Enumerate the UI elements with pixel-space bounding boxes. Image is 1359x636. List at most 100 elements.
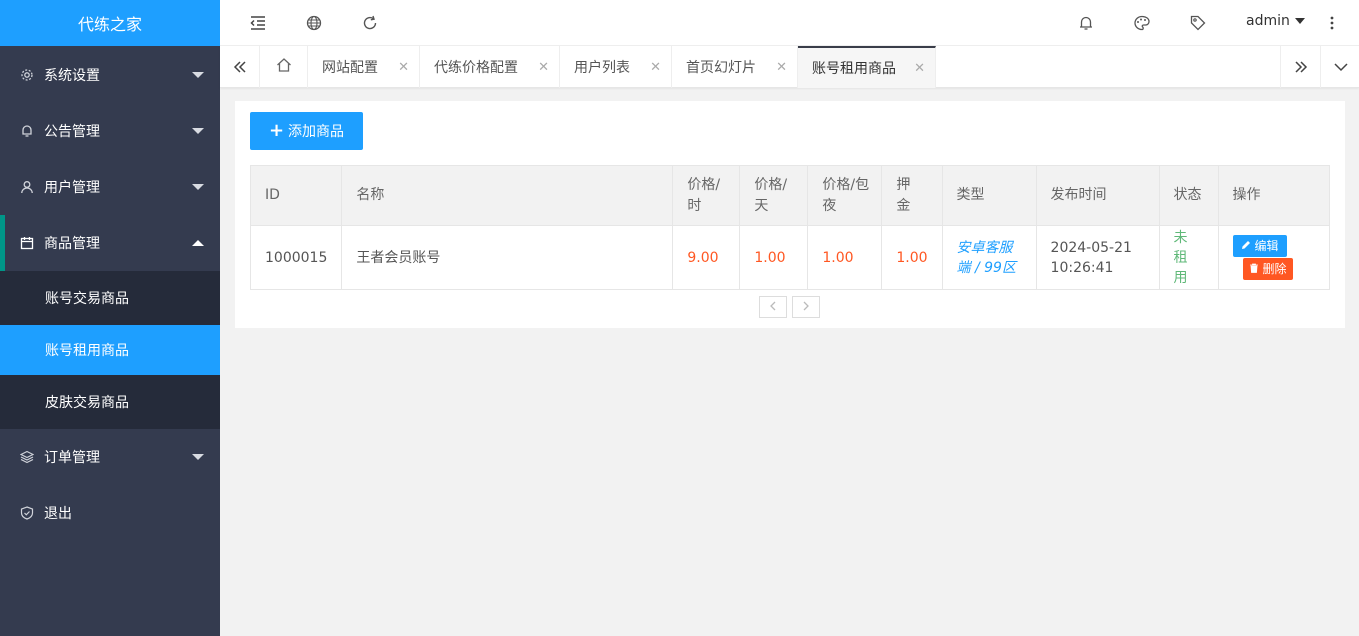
cell-id: 1000015: [249, 225, 343, 290]
tabs-menu-chevron-down-icon[interactable]: [1320, 46, 1359, 88]
sidebar-item-label: 系统设置: [44, 68, 100, 84]
shield-check-icon: [20, 506, 34, 520]
layers-icon: [20, 450, 34, 464]
add-product-button[interactable]: + 添加商品: [250, 112, 363, 150]
sidebar-item-system-settings[interactable]: 系统设置: [0, 47, 220, 103]
close-icon[interactable]: ✕: [914, 61, 925, 76]
tab-label: 账号租用商品: [812, 61, 896, 77]
sidebar-item-label: 公告管理: [44, 124, 100, 140]
plus-icon: +: [268, 120, 285, 141]
tab-home-slides[interactable]: 首页幻灯片 ✕: [672, 46, 798, 88]
caret-down-icon: [1294, 18, 1305, 24]
col-header-price-night: 价格/包夜: [807, 165, 883, 226]
cell-type: 安卓客服端 / 99区: [941, 225, 1037, 290]
cell-price-day: 1.00: [739, 225, 809, 290]
refresh-icon[interactable]: [360, 13, 380, 33]
sidebar-item-label: 商品管理: [44, 236, 100, 252]
sidebar-item-label: 用户管理: [44, 180, 100, 196]
col-header-type: 类型: [941, 165, 1037, 226]
tabs-scroll-right-icon[interactable]: [1280, 46, 1320, 88]
tab-user-list[interactable]: 用户列表 ✕: [560, 46, 672, 88]
chevron-up-icon: [192, 240, 204, 246]
delete-button[interactable]: 删除: [1242, 258, 1293, 280]
cell-name: 王者会员账号: [341, 225, 674, 290]
palette-icon[interactable]: [1132, 13, 1152, 33]
pager-next-button[interactable]: [792, 296, 820, 318]
bell-icon[interactable]: [1076, 13, 1096, 33]
tab-price-config[interactable]: 代练价格配置 ✕: [420, 46, 560, 88]
close-icon[interactable]: ✕: [650, 60, 661, 75]
tabs-scroll-left-icon[interactable]: [220, 46, 260, 88]
product-table: ID 名称 价格/时 价格/天 价格/包夜 押金 类型 发布时间 状态 操作 1…: [249, 165, 1331, 290]
sidebar-item-announcements[interactable]: 公告管理: [0, 103, 220, 159]
cell-actions: 编辑 删除: [1217, 225, 1331, 290]
col-header-publish-time: 发布时间: [1035, 165, 1160, 226]
sidebar-subitem-account-rental[interactable]: 账号租用商品: [0, 325, 220, 375]
bell-icon: [20, 124, 34, 138]
tab-label: 首页幻灯片: [686, 60, 756, 76]
publish-clock: 10:26:41: [1050, 259, 1114, 276]
col-header-price-day: 价格/天: [739, 165, 809, 226]
col-header-deposit: 押金: [881, 165, 943, 226]
cell-status: 未租用: [1158, 225, 1219, 290]
col-header-actions: 操作: [1217, 165, 1331, 226]
cell-deposit: 1.00: [881, 225, 943, 290]
globe-icon[interactable]: [304, 13, 324, 33]
edit-button[interactable]: 编辑: [1232, 235, 1287, 257]
more-vertical-icon[interactable]: [1322, 13, 1342, 33]
gear-icon: [20, 68, 34, 82]
close-icon[interactable]: ✕: [398, 60, 409, 75]
calendar-icon: [20, 236, 34, 250]
table-row: 1000015 王者会员账号 9.00 1.00 1.00 1.00 安卓客服端…: [249, 225, 1331, 290]
chevron-right-icon: [802, 300, 810, 314]
cell-price-hour: 9.00: [672, 225, 741, 290]
top-header: admin: [220, 0, 1359, 46]
sidebar-item-label: 退出: [44, 506, 72, 522]
chevron-down-icon: [192, 72, 204, 78]
home-icon: [276, 57, 292, 77]
tab-account-rental[interactable]: 账号租用商品 ✕: [798, 46, 936, 88]
type-link[interactable]: 安卓客服端 / 99区: [957, 240, 1016, 276]
sidebar-item-orders[interactable]: 订单管理: [0, 429, 220, 485]
sidebar: 代练之家 系统设置 公告管理 用户管理 商品管理 账号交易商品 账号租用商品 皮…: [0, 0, 220, 636]
sidebar-item-logout[interactable]: 退出: [0, 485, 220, 541]
content-card: + 添加商品 ID 名称 价格/时 价格/天 价格/包夜 押金 类型 发布时间 …: [235, 101, 1345, 328]
indent-icon[interactable]: [248, 13, 268, 33]
close-icon[interactable]: ✕: [776, 60, 787, 75]
delete-label: 删除: [1262, 262, 1287, 276]
col-header-price-hour: 价格/时: [672, 165, 741, 226]
cell-publish-time: 2024-05-21 10:26:41: [1035, 225, 1160, 290]
cell-price-night: 1.00: [807, 225, 883, 290]
tab-home[interactable]: [260, 46, 308, 88]
chevron-left-icon: [769, 300, 777, 314]
publish-date: 2024-05-21: [1050, 239, 1132, 256]
tab-label: 代练价格配置: [434, 60, 518, 76]
tag-icon[interactable]: [1188, 13, 1208, 33]
sidebar-subnav-products: 账号交易商品 账号租用商品 皮肤交易商品: [0, 271, 220, 429]
sidebar-item-users[interactable]: 用户管理: [0, 159, 220, 215]
edit-label: 编辑: [1254, 239, 1279, 253]
user-icon: [20, 180, 34, 194]
col-header-name: 名称: [341, 165, 674, 226]
trash-icon: [1249, 259, 1259, 279]
tab-label: 网站配置: [322, 60, 378, 76]
sidebar-subitem-skin-trade[interactable]: 皮肤交易商品: [0, 375, 220, 429]
sidebar-item-label: 订单管理: [44, 450, 100, 466]
table-header-row: ID 名称 价格/时 价格/天 价格/包夜 押金 类型 发布时间 状态 操作: [249, 165, 1331, 226]
close-icon[interactable]: ✕: [538, 60, 549, 75]
col-header-id: ID: [249, 165, 343, 226]
tab-bar: 网站配置 ✕ 代练价格配置 ✕ 用户列表 ✕ 首页幻灯片 ✕ 账号租用商品 ✕: [220, 46, 1359, 88]
brand-logo[interactable]: 代练之家: [0, 0, 220, 46]
add-product-label: 添加商品: [288, 124, 345, 140]
sidebar-item-products[interactable]: 商品管理: [0, 215, 220, 271]
pencil-icon: [1241, 236, 1251, 256]
tab-site-config[interactable]: 网站配置 ✕: [308, 46, 420, 88]
chevron-down-icon: [192, 184, 204, 190]
tab-label: 用户列表: [574, 60, 630, 76]
pager-prev-button[interactable]: [759, 296, 787, 318]
user-menu[interactable]: admin: [1246, 13, 1305, 29]
col-header-status: 状态: [1158, 165, 1219, 226]
username: admin: [1246, 13, 1290, 29]
chevron-down-icon: [192, 454, 204, 460]
sidebar-subitem-account-trade[interactable]: 账号交易商品: [0, 271, 220, 325]
